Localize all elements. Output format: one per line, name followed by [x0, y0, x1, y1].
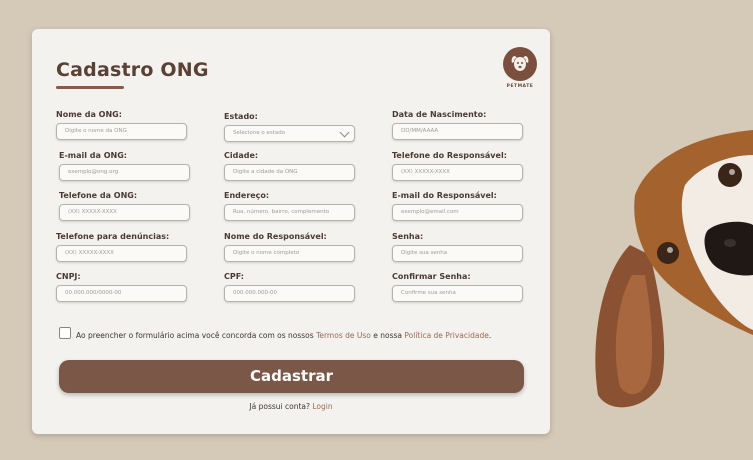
state-label: Estado:: [224, 112, 258, 121]
address-input[interactable]: Rua, número, bairro, complemento: [224, 204, 355, 221]
ong-phone-input[interactable]: (XX) XXXXX-XXXX: [59, 204, 190, 221]
confirm-password-input[interactable]: Confirme sua senha: [392, 285, 523, 302]
terms-text: Ao preencher o formulário acima você con…: [76, 331, 491, 340]
responsible-phone-input[interactable]: (XX) XXXXX-XXXX: [392, 164, 523, 181]
responsible-name-field: Nome do Responsável: Digite o nome compl…: [224, 232, 356, 262]
page-title: Cadastro ONG: [56, 59, 209, 81]
password-input[interactable]: Digite sua senha: [392, 245, 523, 262]
login-prompt: Já possui conta? Login: [32, 402, 550, 411]
complaints-phone-input[interactable]: (XX) XXXXX-XXXX: [56, 245, 187, 262]
birth-date-field: Data de Nascimento: DD/MM/AAAA: [392, 110, 524, 140]
privacy-policy-link[interactable]: Política de Privacidade: [404, 331, 488, 340]
state-field: Estado: Selecione o estado: [224, 112, 356, 142]
complaints-phone-field: Telefone para denúncias: (XX) XXXXX-XXXX: [56, 232, 188, 262]
petmate-logo: PETMATE: [502, 47, 538, 89]
city-input[interactable]: Digite a cidade da ONG: [224, 164, 355, 181]
password-label: Senha:: [392, 232, 424, 241]
responsible-phone-label: Telefone do Responsável:: [392, 151, 507, 160]
terms-middle: e nossa: [370, 330, 405, 340]
dog-logo-icon: [503, 47, 537, 81]
city-field: Cidade: Digite a cidade da ONG: [224, 151, 356, 181]
terms-prefix: Ao preencher o formulário acima você con…: [76, 330, 317, 340]
address-label: Endereço:: [224, 191, 270, 200]
ong-email-field: E-mail da ONG: exemplo@ong.org: [59, 151, 191, 181]
responsible-name-input[interactable]: Digite o nome completo: [224, 245, 355, 262]
responsible-phone-field: Telefone do Responsável: (XX) XXXXX-XXXX: [392, 151, 524, 181]
ong-phone-label: Telefone da ONG:: [59, 191, 138, 200]
chevron-down-icon: [339, 127, 350, 138]
complaints-phone-label: Telefone para denúncias:: [56, 232, 170, 241]
logo-text: PETMATE: [506, 84, 534, 89]
terms-suffix: .: [488, 330, 492, 340]
login-link[interactable]: Login: [312, 402, 332, 411]
responsible-email-field: E-mail do Responsável: exemplo@email.com: [392, 191, 524, 221]
cpf-field: CPF: 000.000.000-00: [224, 272, 356, 302]
state-select-value: Selecione o estado: [233, 130, 286, 136]
registration-card: Cadastro ONG PETMATE Nome da ONG: Digite…: [32, 29, 550, 434]
cpf-input[interactable]: 000.000.000-00: [224, 285, 355, 302]
ong-email-input[interactable]: exemplo@ong.org: [59, 164, 190, 181]
confirm-password-label: Confirmar Senha:: [392, 272, 471, 281]
address-field: Endereço: Rua, número, bairro, complemen…: [224, 191, 356, 221]
state-select[interactable]: Selecione o estado: [224, 125, 355, 142]
responsible-email-label: E-mail do Responsável:: [392, 191, 497, 200]
city-label: Cidade:: [224, 151, 259, 160]
ong-email-label: E-mail da ONG:: [59, 151, 127, 160]
login-prompt-text: Já possui conta?: [249, 402, 313, 411]
birth-date-input[interactable]: DD/MM/AAAA: [392, 123, 523, 140]
cnpj-input[interactable]: 00.000.000/0000-00: [56, 285, 187, 302]
ong-name-input[interactable]: Digite o nome da ONG: [56, 123, 187, 140]
ong-name-field: Nome da ONG: Digite o nome da ONG: [56, 110, 188, 140]
cpf-label: CPF:: [224, 272, 244, 281]
cnpj-label: CNPJ:: [56, 272, 81, 281]
register-button[interactable]: Cadastrar: [59, 360, 524, 393]
responsible-email-input[interactable]: exemplo@email.com: [392, 204, 523, 221]
title-underline: [56, 86, 124, 89]
cnpj-field: CNPJ: 00.000.000/0000-00: [56, 272, 188, 302]
password-field: Senha: Digite sua senha: [392, 232, 524, 262]
ong-phone-field: Telefone da ONG: (XX) XXXXX-XXXX: [59, 191, 191, 221]
ong-name-label: Nome da ONG:: [56, 110, 122, 119]
terms-row: Ao preencher o formulário acima você con…: [59, 327, 491, 341]
terms-of-use-link[interactable]: Termos de Uso: [316, 331, 371, 340]
dog-image: [595, 130, 753, 408]
birth-date-label: Data de Nascimento:: [392, 110, 487, 119]
responsible-name-label: Nome do Responsável:: [224, 232, 327, 241]
confirm-password-field: Confirmar Senha: Confirme sua senha: [392, 272, 524, 302]
terms-checkbox[interactable]: [59, 327, 71, 339]
